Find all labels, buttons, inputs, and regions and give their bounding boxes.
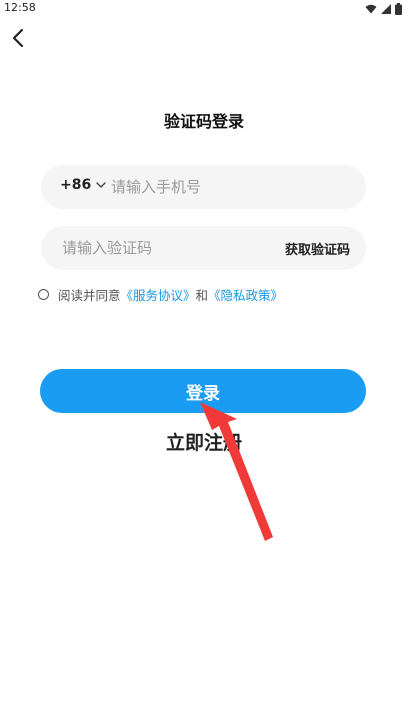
- agreement-prefix: 阅读并同意: [58, 288, 121, 303]
- phone-input[interactable]: [111, 165, 351, 209]
- agreement-row: 阅读并同意 《服务协议》 和 《隐私政策》: [38, 285, 283, 304]
- phone-field-container: +86: [41, 165, 366, 209]
- wifi-icon: [365, 4, 377, 14]
- chevron-left-icon: [12, 28, 24, 48]
- verification-code-input[interactable]: [62, 226, 262, 270]
- get-code-button[interactable]: 获取验证码: [285, 239, 350, 258]
- code-field-container: 获取验证码: [41, 226, 366, 270]
- agreement-radio[interactable]: [38, 289, 49, 300]
- country-code-label: +86: [60, 177, 92, 193]
- status-time: 12:58: [4, 1, 36, 14]
- agreement-conjunction: 和: [195, 288, 209, 303]
- status-icons: [365, 2, 402, 16]
- chevron-down-icon: [96, 181, 106, 188]
- country-code-selector[interactable]: +86: [60, 177, 106, 193]
- status-bar: 12:58: [0, 0, 408, 18]
- privacy-link[interactable]: 《隐私政策》: [208, 285, 283, 304]
- page-title: 验证码登录: [163, 112, 244, 131]
- signal-icon: [381, 4, 391, 14]
- back-button[interactable]: [6, 26, 30, 50]
- battery-icon: [395, 3, 402, 15]
- register-link[interactable]: 立即注册: [0, 428, 408, 455]
- terms-link[interactable]: 《服务协议》: [121, 285, 196, 304]
- login-button[interactable]: 登录: [40, 369, 366, 413]
